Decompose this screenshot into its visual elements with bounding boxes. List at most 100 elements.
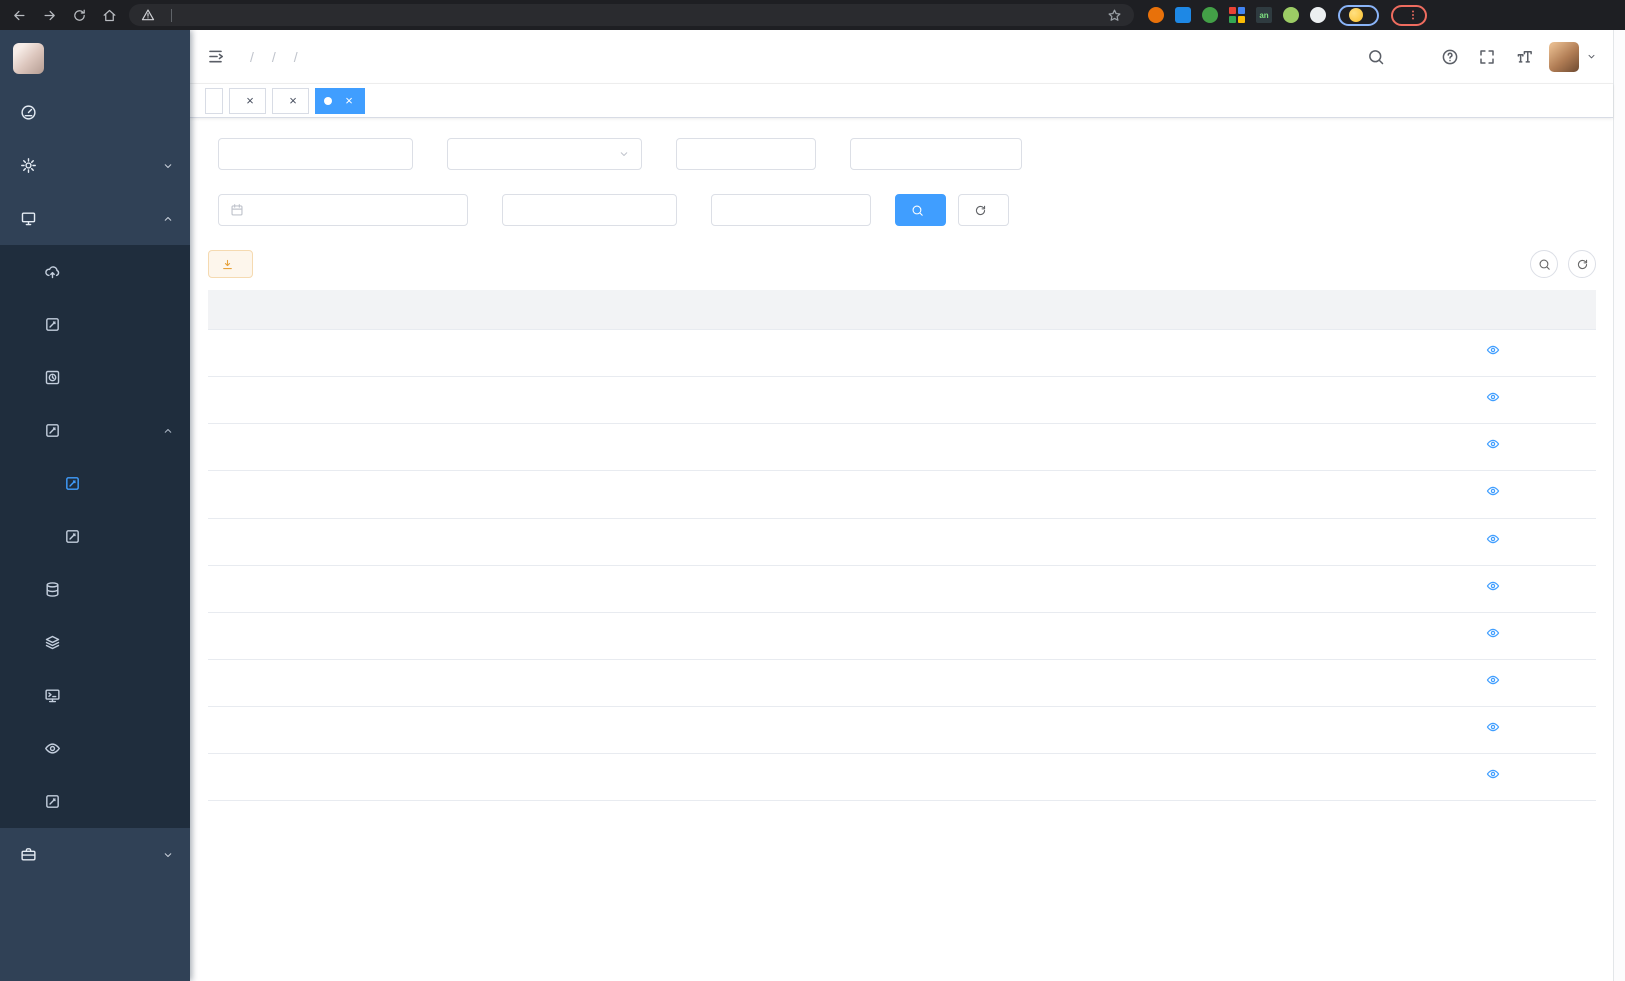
github-icon[interactable]	[1404, 48, 1422, 66]
tab-item[interactable]: ×	[272, 88, 309, 114]
sidebar-item-trace[interactable]	[0, 722, 190, 775]
filter-result-code-input[interactable]	[711, 194, 871, 226]
table-row	[208, 471, 1596, 518]
detail-link[interactable]	[1486, 532, 1504, 546]
filter-user-type-select[interactable]	[447, 138, 642, 170]
table-row	[208, 707, 1596, 754]
detail-link[interactable]	[1486, 390, 1504, 404]
sidebar-item-log-center[interactable]	[0, 775, 190, 828]
tab-close-icon[interactable]: ×	[243, 94, 257, 108]
reset-button[interactable]	[958, 194, 1009, 226]
tags-view-bar: × × ×	[190, 84, 1613, 118]
browser-forward-button[interactable]	[42, 8, 57, 23]
filter-user-type	[437, 138, 642, 170]
refresh-table-button[interactable]	[1568, 250, 1596, 278]
cell-time	[1032, 623, 1204, 649]
font-size-icon[interactable]	[1515, 48, 1533, 66]
cell-app_name	[558, 764, 674, 790]
detail-link[interactable]	[1486, 626, 1504, 640]
sidebar-item-home[interactable]	[0, 86, 190, 139]
cell-app_name	[558, 434, 674, 460]
cell-url	[784, 623, 1032, 649]
sidebar-item-java-monitor[interactable]	[0, 669, 190, 722]
app-logo[interactable]	[0, 30, 190, 86]
sidebar-item-mysql-monitor[interactable]	[0, 563, 190, 616]
detail-link[interactable]	[1486, 484, 1504, 498]
browser-update-button[interactable]	[1391, 5, 1427, 26]
detail-link[interactable]	[1486, 343, 1504, 357]
filter-request-url	[840, 138, 1022, 170]
tab-item[interactable]: ×	[315, 88, 365, 114]
cell-duration	[1204, 576, 1310, 602]
detail-link[interactable]	[1486, 767, 1504, 781]
sidebar-item-infrastructure[interactable]	[0, 192, 190, 245]
sidebar-item-error-log[interactable]	[0, 510, 190, 563]
page-content	[190, 118, 1613, 981]
hamburger-button[interactable]	[206, 47, 225, 66]
action-cell	[1440, 471, 1550, 517]
address-bar[interactable]	[129, 4, 1134, 26]
detail-link[interactable]	[1486, 437, 1504, 451]
browser-home-button[interactable]	[102, 8, 117, 23]
sidebar-item-api-log[interactable]	[0, 404, 190, 457]
sidebar-item-config-management[interactable]	[0, 298, 190, 351]
dashboard-icon	[20, 104, 37, 121]
search-icon	[911, 204, 924, 217]
sidebar-item-system-management[interactable]	[0, 139, 190, 192]
extension-icon[interactable]	[1148, 7, 1164, 23]
toggle-search-button[interactable]	[1530, 250, 1558, 278]
sidebar-item-access-log[interactable]	[0, 457, 190, 510]
calendar-icon	[230, 203, 244, 217]
filter-app-name-input[interactable]	[676, 138, 816, 170]
browser-menu-icon[interactable]	[1407, 8, 1419, 22]
cell-method	[674, 717, 784, 743]
cell-user_type	[440, 764, 558, 790]
page-scrollbar[interactable]	[1613, 30, 1625, 981]
eye-icon	[1486, 673, 1500, 687]
tab-close-icon[interactable]: ×	[286, 94, 300, 108]
terminal-icon	[44, 687, 61, 704]
sidebar-item-file-management[interactable]	[0, 245, 190, 298]
browser-reload-button[interactable]	[72, 8, 87, 23]
filter-execute-duration-input[interactable]	[502, 194, 677, 226]
extension-icon[interactable]	[1229, 7, 1245, 23]
tab-item[interactable]: ×	[229, 88, 266, 114]
sidebar-item-scheduled-jobs[interactable]	[0, 351, 190, 404]
extension-icon[interactable]	[1175, 7, 1191, 23]
cell-method	[674, 764, 784, 790]
extension-icon[interactable]	[1283, 7, 1299, 23]
help-icon[interactable]	[1441, 48, 1459, 66]
filter-row-2	[208, 194, 1596, 226]
cell-result	[1310, 670, 1440, 696]
filter-request-url-input[interactable]	[850, 138, 1022, 170]
sidebar-item-dev-tools[interactable]	[0, 828, 190, 881]
extension-icon[interactable]	[1310, 7, 1326, 23]
cell-id	[208, 529, 328, 555]
fullscreen-icon[interactable]	[1478, 48, 1496, 66]
cell-user_type	[440, 717, 558, 743]
browser-back-button[interactable]	[12, 8, 27, 23]
cell-id	[208, 623, 328, 649]
avatar-caret-down-icon[interactable]	[1586, 51, 1597, 62]
cell-user_type	[440, 340, 558, 366]
user-avatar[interactable]	[1549, 42, 1579, 72]
search-icon[interactable]	[1367, 48, 1385, 66]
bookmark-star-icon[interactable]	[1107, 8, 1122, 23]
filter-user-id-input[interactable]	[218, 138, 413, 170]
profile-paused-badge[interactable]	[1338, 5, 1379, 26]
tab-close-icon[interactable]: ×	[342, 94, 356, 108]
search-button[interactable]	[895, 194, 946, 226]
tab-item[interactable]	[205, 88, 223, 114]
filter-request-time-range[interactable]	[218, 194, 468, 226]
export-button[interactable]	[208, 250, 253, 278]
edit-icon	[44, 793, 61, 810]
sidebar-item-redis-monitor[interactable]	[0, 616, 190, 669]
table-row	[208, 330, 1596, 377]
extension-icon[interactable]	[1202, 7, 1218, 23]
cell-user_type	[440, 529, 558, 555]
detail-link[interactable]	[1486, 720, 1504, 734]
cell-time	[1032, 340, 1204, 366]
detail-link[interactable]	[1486, 579, 1504, 593]
detail-link[interactable]	[1486, 673, 1504, 687]
extension-icon[interactable]: an	[1256, 7, 1272, 23]
